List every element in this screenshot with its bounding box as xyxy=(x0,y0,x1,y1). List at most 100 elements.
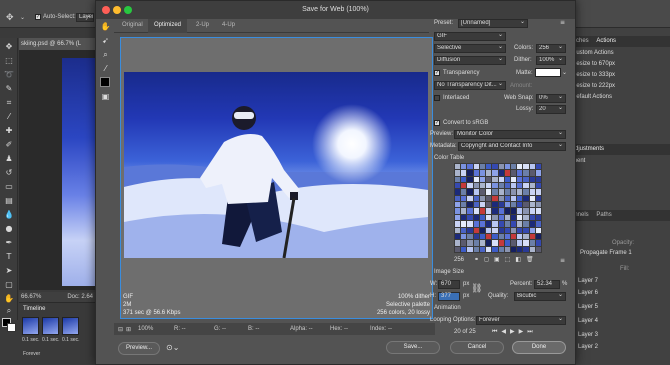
preset-menu-icon[interactable]: ≡ xyxy=(560,19,565,26)
color-swatch[interactable] xyxy=(529,227,535,233)
quality-select[interactable]: Bicubic xyxy=(514,292,566,301)
width-input[interactable]: 670 xyxy=(438,280,460,289)
gradient-icon[interactable]: ▤ xyxy=(3,196,15,205)
color-swatch[interactable] xyxy=(467,195,473,202)
color-swatch[interactable] xyxy=(498,183,504,189)
color-swatch[interactable] xyxy=(529,208,535,214)
color-swatch[interactable] xyxy=(510,246,517,252)
color-swatch[interactable] xyxy=(529,221,535,227)
color-swatch[interactable] xyxy=(498,176,504,183)
color-swatch[interactable] xyxy=(535,183,541,189)
animation-controls-icon[interactable]: ⏮◀▶▶⏭ xyxy=(492,328,537,336)
color-swatch[interactable] xyxy=(535,214,541,221)
color-swatch[interactable] xyxy=(504,214,510,221)
metadata-select[interactable]: Copyright and Contact Info xyxy=(458,142,566,151)
color-swatch[interactable] xyxy=(479,246,486,252)
color-swatch[interactable] xyxy=(461,189,467,195)
color-swatch[interactable] xyxy=(498,189,504,195)
color-swatch[interactable] xyxy=(455,164,461,170)
layer-row[interactable]: Layer 3 xyxy=(578,332,598,338)
dodge-icon[interactable]: ● xyxy=(3,224,15,233)
color-swatch[interactable] xyxy=(517,208,523,214)
zoom-tool-icon[interactable]: ⌕ xyxy=(100,49,111,60)
color-swatch[interactable] xyxy=(492,240,498,246)
color-swatch[interactable] xyxy=(517,246,523,252)
color-swatch[interactable] xyxy=(504,164,510,170)
color-swatch[interactable] xyxy=(473,195,479,202)
color-swatch[interactable] xyxy=(486,233,492,240)
done-button[interactable]: Done xyxy=(512,341,566,354)
preview-button[interactable]: Preview... xyxy=(118,342,160,355)
color-swatch[interactable] xyxy=(461,170,467,176)
color-swatch[interactable] xyxy=(461,240,467,246)
layer-row[interactable]: Layer 6 xyxy=(578,290,598,296)
color-swatch[interactable] xyxy=(492,164,498,170)
action-item[interactable]: Resize to 333px xyxy=(572,72,615,78)
dropdown-arrow-icon[interactable]: ⌄ xyxy=(20,14,25,21)
layer-row[interactable]: Layer 2 xyxy=(578,344,598,350)
color-swatch[interactable] xyxy=(529,183,535,189)
color-swatch[interactable] xyxy=(455,202,461,208)
color-swatch[interactable] xyxy=(473,214,479,221)
color-swatch[interactable] xyxy=(498,221,504,227)
color-swatch[interactable] xyxy=(473,246,479,252)
color-swatch[interactable] xyxy=(504,233,510,240)
color-swatch[interactable] xyxy=(504,195,510,202)
color-swatch[interactable] xyxy=(517,233,523,240)
color-swatch[interactable] xyxy=(523,170,529,176)
color-swatch[interactable] xyxy=(455,170,461,176)
color-swatch[interactable] xyxy=(492,214,498,221)
color-swatch[interactable] xyxy=(479,208,486,214)
color-swatch[interactable] xyxy=(473,208,479,214)
color-swatch[interactable] xyxy=(461,164,467,170)
color-swatch[interactable] xyxy=(492,221,498,227)
color-swatch[interactable] xyxy=(517,164,523,170)
color-swatch[interactable] xyxy=(504,170,510,176)
color-swatch[interactable] xyxy=(461,195,467,202)
color-swatch[interactable] xyxy=(455,195,461,202)
tab-actions[interactable]: Actions xyxy=(596,38,616,44)
color-swatch[interactable] xyxy=(479,202,486,208)
color-swatch[interactable] xyxy=(517,240,523,246)
color-swatch[interactable] xyxy=(455,227,461,233)
color-swatch[interactable] xyxy=(461,208,467,214)
color-swatch[interactable] xyxy=(523,195,529,202)
color-swatch[interactable] xyxy=(529,214,535,221)
color-swatch[interactable] xyxy=(479,240,486,246)
color-swatch[interactable] xyxy=(467,221,473,227)
close-window-icon[interactable] xyxy=(102,6,110,14)
color-swatch[interactable] xyxy=(479,164,486,170)
color-swatch[interactable] xyxy=(529,176,535,183)
document-tab[interactable]: skiing.psd @ 66.7% (L xyxy=(19,38,95,50)
auto-select-dropdown[interactable]: Layer xyxy=(76,13,94,22)
color-swatch[interactable] xyxy=(473,227,479,233)
color-swatch[interactable] xyxy=(498,170,504,176)
transparency-dither-select[interactable]: No Transparency Dit... xyxy=(434,81,506,90)
color-swatch[interactable] xyxy=(498,246,504,252)
color-swatch[interactable] xyxy=(510,221,517,227)
eyedropper-icon[interactable]: ⁄ xyxy=(3,112,15,121)
web-snap-select[interactable]: 0% xyxy=(536,94,566,103)
color-swatch[interactable] xyxy=(486,183,492,189)
hand-tool-icon[interactable]: ✋ xyxy=(100,21,111,32)
color-swatch[interactable] xyxy=(535,240,541,246)
color-swatch[interactable] xyxy=(467,183,473,189)
color-swatch[interactable] xyxy=(535,170,541,176)
color-swatch[interactable] xyxy=(473,176,479,183)
color-swatch[interactable] xyxy=(479,227,486,233)
color-swatch[interactable] xyxy=(517,189,523,195)
color-swatch[interactable] xyxy=(473,233,479,240)
color-swatch[interactable] xyxy=(529,240,535,246)
color-swatch[interactable] xyxy=(473,170,479,176)
color-swatch[interactable] xyxy=(479,183,486,189)
color-swatch[interactable] xyxy=(504,240,510,246)
path-select-icon[interactable]: ➤ xyxy=(3,266,15,275)
color-swatch[interactable] xyxy=(479,233,486,240)
color-swatch[interactable] xyxy=(529,170,535,176)
color-swatch[interactable] xyxy=(455,233,461,240)
minimize-window-icon[interactable] xyxy=(113,6,121,14)
format-select[interactable]: GIF xyxy=(434,32,506,41)
color-swatch[interactable] xyxy=(523,221,529,227)
color-swatch[interactable] xyxy=(492,176,498,183)
color-swatch[interactable] xyxy=(461,202,467,208)
